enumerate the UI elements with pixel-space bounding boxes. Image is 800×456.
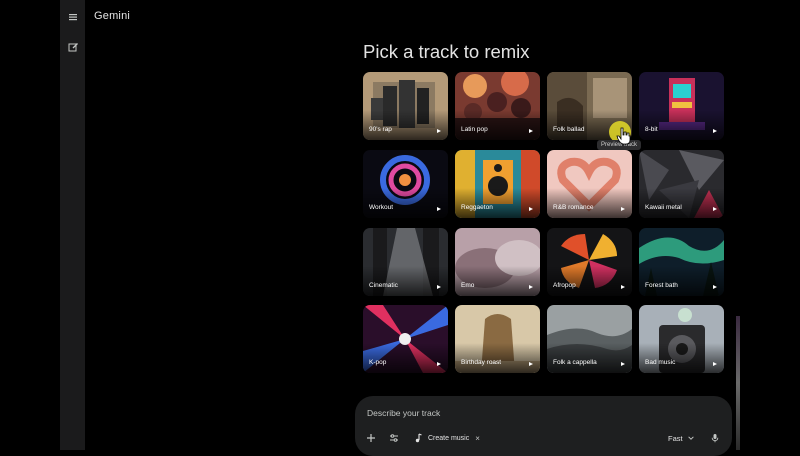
track-tile-90s-rap[interactable]: 90's rap	[363, 72, 448, 140]
plus-icon	[367, 434, 375, 442]
track-tile-rnb-romance[interactable]: R&B romance	[547, 150, 632, 218]
music-note-icon	[415, 433, 422, 443]
mode-selector[interactable]: Fast	[668, 431, 695, 445]
menu-icon	[68, 14, 77, 21]
track-tile-folk-a-cappella[interactable]: Folk a cappella	[547, 305, 632, 373]
play-icon[interactable]	[437, 362, 441, 366]
left-gutter	[0, 0, 60, 450]
track-tile-bad-music[interactable]: Bad music	[639, 305, 724, 373]
play-icon[interactable]	[621, 362, 625, 366]
mic-icon	[711, 434, 719, 443]
play-icon[interactable]	[437, 207, 441, 211]
track-label: 90's rap	[369, 126, 392, 133]
prompt-composer[interactable]: Describe your track Create music × Fast	[355, 396, 732, 456]
track-label: Bad music	[645, 359, 676, 366]
track-label: 8-bit	[645, 126, 658, 133]
create-music-label: Create music	[428, 434, 470, 442]
play-icon[interactable]	[713, 285, 717, 289]
add-button[interactable]	[366, 431, 376, 445]
prompt-input[interactable]: Describe your track	[367, 408, 440, 418]
track-tile-latin-pop[interactable]: Latin pop	[455, 72, 540, 140]
track-tile-kawaii-metal[interactable]: Kawaii metal	[639, 150, 724, 218]
app-title: Gemini	[94, 10, 131, 22]
play-icon[interactable]	[529, 285, 533, 289]
play-icon[interactable]	[529, 129, 533, 133]
track-tile-k-pop[interactable]: K-pop	[363, 305, 448, 373]
side-thumbnail-edge	[736, 316, 740, 450]
play-icon[interactable]	[437, 129, 441, 133]
track-tile-reggaeton[interactable]: Reggaeton	[455, 150, 540, 218]
play-icon[interactable]	[713, 129, 717, 133]
track-label: Afropop	[553, 282, 576, 289]
page-title: Pick a track to remix	[363, 41, 530, 62]
new-chat-button[interactable]	[60, 36, 85, 58]
track-label: Folk a cappella	[553, 359, 597, 366]
track-label: Latin pop	[461, 126, 488, 133]
play-icon[interactable]	[437, 285, 441, 289]
track-label: K-pop	[369, 359, 387, 366]
track-tile-workout[interactable]: Workout	[363, 150, 448, 218]
track-label: Cinematic	[369, 282, 398, 289]
track-label: Emo	[461, 282, 475, 289]
play-icon[interactable]	[621, 207, 625, 211]
track-tile-birthday-roast[interactable]: Birthday roast	[455, 305, 540, 373]
play-icon[interactable]	[713, 362, 717, 366]
track-tile-afropop[interactable]: Afropop	[547, 228, 632, 296]
side-rail	[60, 0, 85, 450]
tune-icon	[390, 434, 398, 442]
remove-chip-button[interactable]: ×	[475, 434, 480, 443]
track-tile-emo[interactable]: Emo	[455, 228, 540, 296]
track-tile-forest-bath[interactable]: Forest bath	[639, 228, 724, 296]
menu-button[interactable]	[60, 6, 85, 28]
play-icon[interactable]	[713, 207, 717, 211]
track-label: Folk ballad	[553, 126, 585, 133]
mic-button[interactable]	[710, 431, 720, 445]
chevron-down-icon	[687, 436, 694, 440]
create-music-chip[interactable]: Create music ×	[413, 431, 480, 445]
track-tile-8-bit[interactable]: 8-bit	[639, 72, 724, 140]
hand-cursor-icon	[616, 127, 631, 145]
play-icon[interactable]	[621, 285, 625, 289]
track-label: Birthday roast	[461, 359, 502, 366]
mode-label: Fast	[668, 433, 683, 443]
edit-icon	[68, 43, 78, 52]
track-label: Kawaii metal	[645, 204, 682, 211]
track-label: R&B romance	[553, 204, 594, 211]
track-label: Workout	[369, 204, 394, 211]
tools-button[interactable]	[389, 431, 399, 445]
track-label: Forest bath	[645, 282, 678, 289]
play-icon[interactable]	[529, 362, 533, 366]
track-tile-cinematic[interactable]: Cinematic	[363, 228, 448, 296]
track-label: Reggaeton	[461, 204, 493, 211]
play-icon[interactable]	[529, 207, 533, 211]
